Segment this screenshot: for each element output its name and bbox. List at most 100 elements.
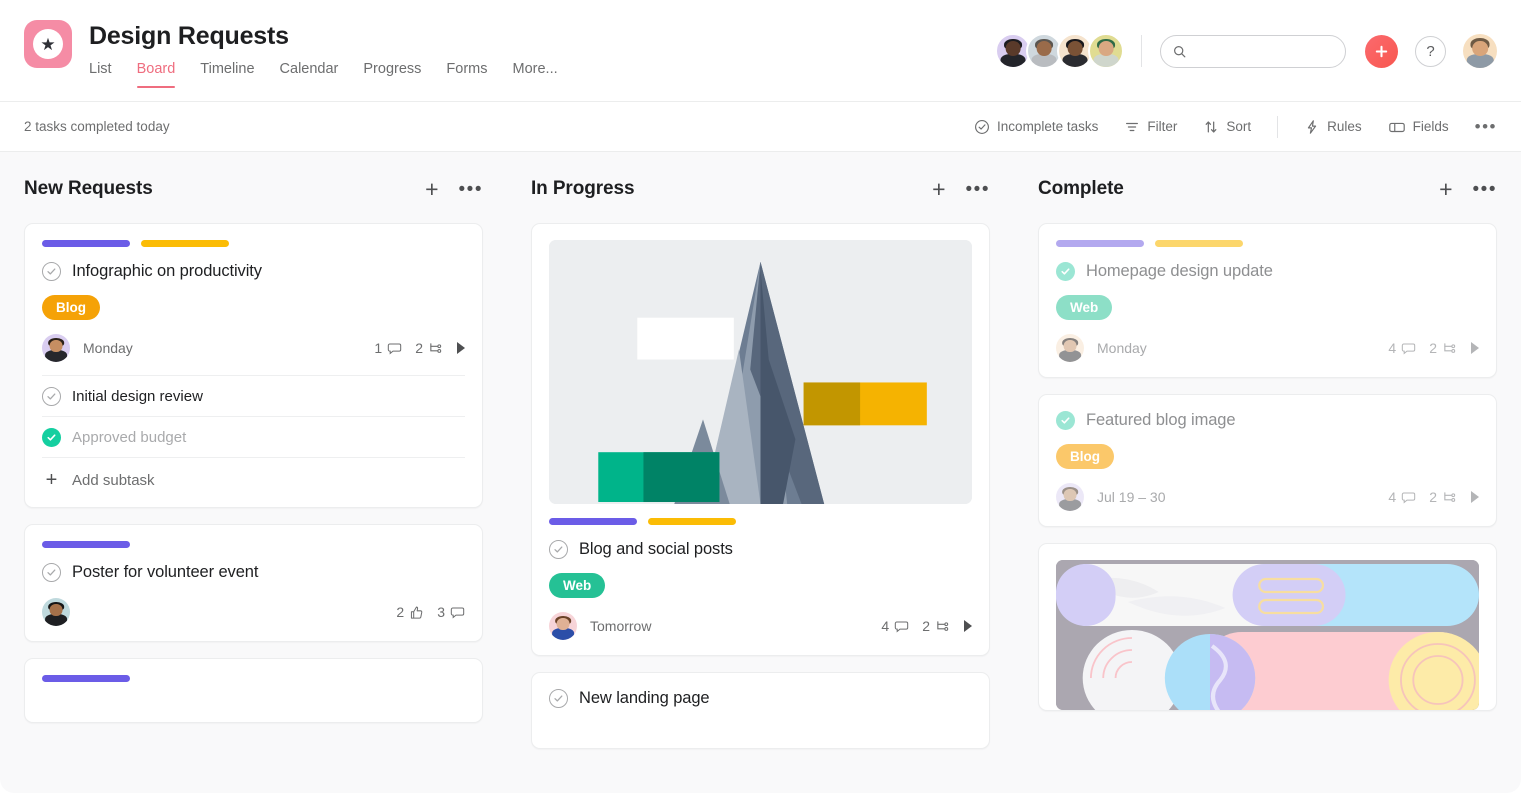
column-menu-icon[interactable]: ••• (1473, 180, 1497, 199)
tag-pill[interactable]: Blog (42, 295, 100, 320)
help-button[interactable]: ? (1415, 35, 1446, 67)
task-card-homepage-design-update[interactable]: Homepage design update Web Monday 4 2 (1038, 223, 1497, 378)
tab-board[interactable]: Board (136, 58, 175, 88)
task-card-abstract-partial[interactable] (1038, 543, 1497, 711)
help-icon: ? (1426, 42, 1435, 60)
card-footer: 2 3 (42, 598, 465, 626)
add-subtask-button[interactable]: + Add subtask (42, 457, 465, 492)
subtask-row[interactable]: Initial design review (42, 375, 465, 416)
complete-subtask-checkbox[interactable] (42, 387, 61, 406)
abstract-shapes-image (1056, 560, 1479, 710)
toolbar-rules-label: Rules (1327, 119, 1362, 134)
complete-task-checkbox[interactable] (42, 563, 61, 582)
project-logo[interactable]: ★ (24, 20, 72, 68)
comment-count: 1 (374, 340, 402, 356)
task-card-partial[interactable] (24, 658, 483, 723)
toolbar-incomplete-tasks[interactable]: Incomplete tasks (974, 119, 1098, 135)
comment-icon (450, 606, 465, 618)
column-actions: + ••• (425, 177, 483, 201)
star-icon: ★ (40, 34, 56, 54)
add-subtask-label: Add subtask (72, 471, 155, 489)
column-title: New Requests (24, 178, 153, 199)
card-list: Homepage design update Web Monday 4 2 Fe… (1038, 223, 1497, 711)
add-task-icon[interactable]: + (1439, 177, 1452, 201)
toolbar-overflow-menu[interactable]: ••• (1475, 117, 1497, 137)
avatar[interactable] (42, 598, 70, 626)
tag-pill[interactable]: Web (1056, 295, 1113, 320)
logo-circle: ★ (33, 29, 63, 59)
tag-bar (549, 518, 637, 525)
due-date[interactable]: Jul 19 – 30 (1097, 489, 1166, 505)
tab-calendar[interactable]: Calendar (280, 58, 339, 88)
task-card-blog-social[interactable]: Blog and social posts Web Tomorrow 4 2 (531, 223, 990, 656)
task-card-infographic[interactable]: Infographic on productivity Blog Monday … (24, 223, 483, 508)
due-date[interactable]: Monday (83, 340, 133, 356)
toolbar-rules[interactable]: Rules (1304, 119, 1362, 135)
tag-bar (42, 675, 130, 682)
column-actions: + ••• (1439, 177, 1497, 201)
comment-count-value: 4 (881, 618, 890, 634)
task-card-new-landing-page[interactable]: New landing page (531, 672, 990, 749)
toolbar-sort-label: Sort (1226, 119, 1252, 134)
search-icon (1174, 45, 1186, 57)
comment-count-value: 4 (1388, 340, 1397, 356)
toolbar-sort[interactable]: Sort (1203, 119, 1251, 135)
comment-count-value: 1 (374, 340, 383, 356)
tab-more[interactable]: More... (513, 58, 558, 88)
task-card-featured-blog-image[interactable]: Featured blog image Blog Jul 19 – 30 4 2 (1038, 394, 1497, 527)
complete-subtask-checkbox[interactable] (42, 428, 61, 447)
add-task-icon[interactable]: + (425, 177, 438, 201)
board-column-in-progress: In Progress + ••• Blog and social posts … (507, 152, 1014, 793)
toolbar-filter[interactable]: Filter (1124, 119, 1177, 135)
complete-task-checkbox[interactable] (549, 540, 568, 559)
caret-right-icon[interactable] (1471, 342, 1479, 354)
avatar-member-4[interactable] (1088, 33, 1124, 69)
due-date[interactable]: Monday (1097, 340, 1147, 356)
search-box[interactable] (1160, 34, 1346, 68)
comment-count-value: 3 (437, 604, 445, 620)
board-area: New Requests + ••• Infographic on produc… (0, 152, 1521, 793)
card-title: Featured blog image (1086, 411, 1236, 429)
search-input[interactable] (1194, 43, 1333, 59)
tab-forms[interactable]: Forms (446, 58, 487, 88)
task-card-poster[interactable]: Poster for volunteer event 2 3 (24, 524, 483, 642)
complete-task-checkbox[interactable] (1056, 262, 1075, 281)
tag-pill[interactable]: Web (549, 573, 606, 598)
avatar-current-user[interactable] (1463, 34, 1497, 68)
subtask-count-value: 2 (1429, 340, 1437, 356)
column-header: In Progress + ••• (531, 174, 990, 204)
mountain-collage-image (549, 240, 972, 504)
add-button[interactable] (1365, 34, 1398, 68)
card-footer: Jul 19 – 30 4 2 (1056, 483, 1479, 511)
card-title: Poster for volunteer event (72, 563, 259, 581)
complete-task-checkbox[interactable] (549, 689, 568, 708)
add-task-icon[interactable]: + (932, 177, 945, 201)
caret-right-icon[interactable] (1471, 491, 1479, 503)
tag-pill[interactable]: Blog (1056, 444, 1114, 469)
due-date[interactable]: Tomorrow (590, 618, 651, 634)
subtask-count: 2 (922, 618, 951, 634)
column-menu-icon[interactable]: ••• (459, 180, 483, 199)
complete-task-checkbox[interactable] (1056, 411, 1075, 430)
avatar[interactable] (1056, 334, 1084, 362)
subtask-count-value: 2 (1429, 489, 1437, 505)
tag-bars (549, 518, 972, 525)
avatar[interactable] (1056, 483, 1084, 511)
tag-bar (42, 240, 130, 247)
complete-task-checkbox[interactable] (42, 262, 61, 281)
caret-right-icon[interactable] (457, 342, 465, 354)
tab-timeline[interactable]: Timeline (200, 58, 254, 88)
avatar[interactable] (42, 334, 70, 362)
card-meta: 2 3 (396, 604, 465, 620)
tab-progress[interactable]: Progress (363, 58, 421, 88)
tab-list[interactable]: List (89, 58, 112, 88)
toolbar-fields[interactable]: Fields (1388, 119, 1449, 135)
subtask-row[interactable]: Approved budget (42, 416, 465, 457)
caret-right-icon[interactable] (964, 620, 972, 632)
column-menu-icon[interactable]: ••• (966, 180, 990, 199)
card-title: Blog and social posts (579, 540, 733, 558)
avatar[interactable] (549, 612, 577, 640)
subtask-list: Initial design review Approved budget + … (42, 375, 465, 492)
toolbar-fields-label: Fields (1412, 119, 1449, 134)
subtask-icon (430, 342, 442, 353)
